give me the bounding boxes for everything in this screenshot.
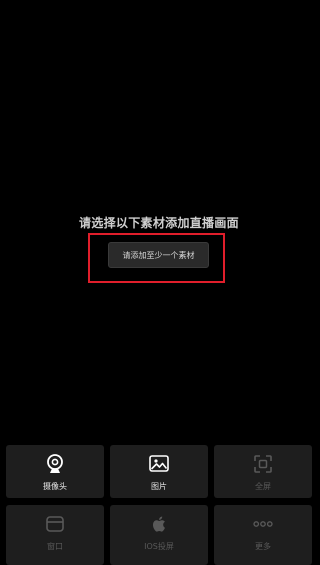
source-tile-label: IOS投屏 [144,542,174,551]
source-tile-image[interactable]: 图片 [110,445,208,498]
fullscreen-icon [252,453,274,475]
source-tile-ios-mirror[interactable]: IOS投屏 [110,505,208,565]
source-tile-label: 全屏 [255,482,271,491]
source-tile-label: 摄像头 [43,482,67,491]
apple-icon [148,513,170,535]
source-tile-camera[interactable]: 摄像头 [6,445,104,498]
add-source-button[interactable]: 请添加至少一个素材 [108,242,209,268]
source-tile-fullscreen[interactable]: 全屏 [214,445,312,498]
source-tile-more[interactable]: 更多 [214,505,312,565]
source-tile-label: 图片 [151,482,167,491]
webcam-icon [44,453,66,475]
more-icon [252,513,274,535]
image-icon [148,453,170,475]
source-tile-label: 窗口 [47,542,63,551]
source-tile-label: 更多 [255,542,271,551]
window-icon [44,513,66,535]
empty-state-prompt: 请选择以下素材添加直播画面 [79,216,239,230]
source-tile-window[interactable]: 窗口 [6,505,104,565]
